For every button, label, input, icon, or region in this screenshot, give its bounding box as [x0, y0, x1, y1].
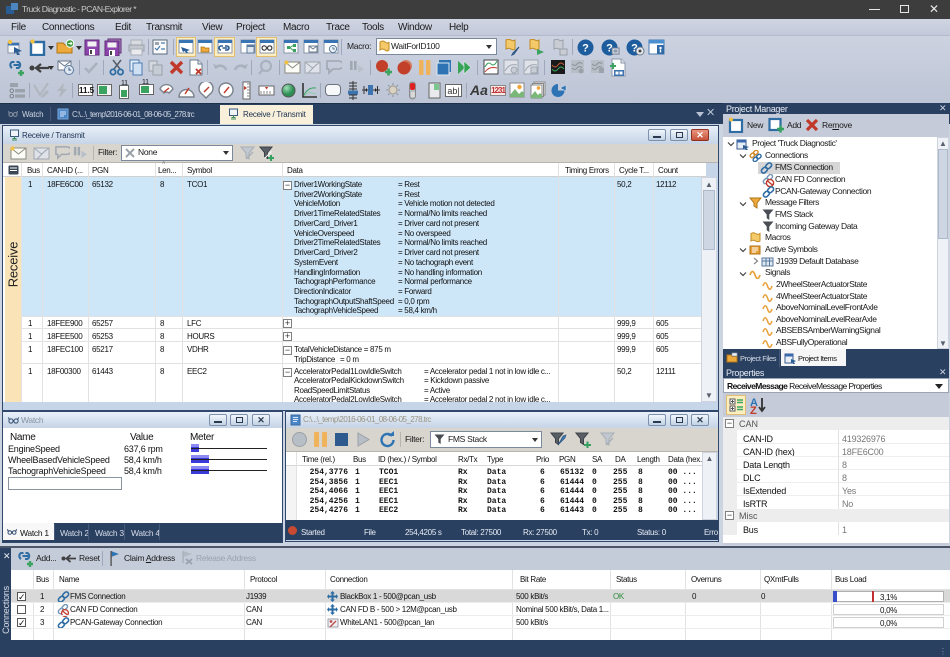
- svg-text:?: ?: [582, 43, 589, 55]
